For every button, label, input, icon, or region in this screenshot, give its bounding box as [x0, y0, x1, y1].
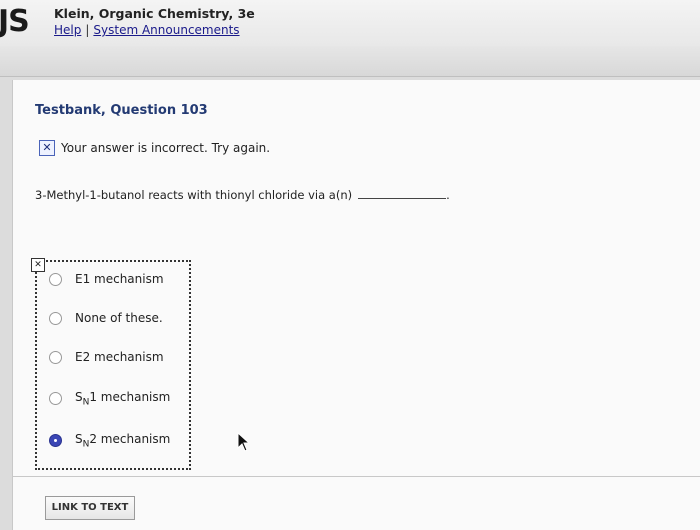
- question-title: Testbank, Question 103: [35, 103, 208, 118]
- link-separator: |: [85, 23, 90, 37]
- book-title: Klein, Organic Chemistry, 3e: [54, 6, 255, 21]
- choice-sn2[interactable]: SN2 mechanism: [49, 432, 170, 449]
- header-band: [0, 46, 700, 77]
- help-link[interactable]: Help: [54, 23, 81, 37]
- question-panel: Testbank, Question 103 ✕ Your answer is …: [12, 80, 700, 530]
- choice-e2[interactable]: E2 mechanism: [49, 350, 164, 364]
- radio-button[interactable]: [49, 350, 62, 364]
- radio-button[interactable]: [49, 272, 62, 286]
- feedback-message: ✕ Your answer is incorrect. Try again.: [39, 140, 271, 156]
- choice-none[interactable]: None of these.: [49, 311, 163, 325]
- choice-label: SN2 mechanism: [75, 432, 171, 450]
- question-text: 3-Methyl-1-butanol reacts with thionyl c…: [35, 188, 353, 202]
- choice-label: None of these.: [75, 311, 163, 325]
- radio-button[interactable]: [49, 392, 62, 406]
- answer-blank: [358, 198, 447, 199]
- system-announcements-link[interactable]: System Announcements: [93, 23, 239, 37]
- question-end: .: [446, 188, 450, 202]
- choice-label: SN1 mechanism: [75, 390, 171, 408]
- choice-e1[interactable]: E1 mechanism: [49, 272, 164, 286]
- choice-label: E1 mechanism: [75, 272, 164, 286]
- radio-button[interactable]: [49, 311, 62, 325]
- radio-button-selected[interactable]: [49, 434, 62, 448]
- x-icon: ✕: [39, 140, 55, 156]
- header-links: Help | System Announcements: [54, 23, 240, 37]
- choice-sn1[interactable]: SN1 mechanism: [49, 390, 170, 407]
- choice-label: E2 mechanism: [75, 350, 164, 364]
- question-prompt: 3-Methyl-1-butanol reacts with thionyl c…: [35, 188, 450, 202]
- feedback-text: Your answer is incorrect. Try again.: [61, 141, 271, 155]
- link-to-text-button[interactable]: LINK TO TEXT: [45, 496, 135, 520]
- incorrect-mark-icon: ✕: [31, 258, 45, 272]
- mouse-cursor-icon: [237, 432, 251, 452]
- answer-choices: ✕ E1 mechanism None of these. E2 mechani…: [31, 258, 191, 470]
- app-logo: JS: [0, 4, 30, 39]
- top-header: JS Klein, Organic Chemistry, 3e Help | Sys…: [0, 0, 700, 46]
- divider: [12, 476, 700, 477]
